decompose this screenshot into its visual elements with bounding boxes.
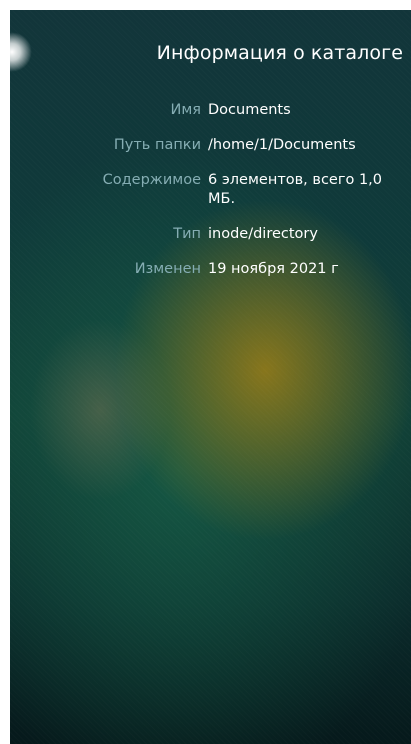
property-value: Documents xyxy=(208,102,291,118)
page-title: Информация о каталоге xyxy=(156,42,403,64)
property-value: 19 ноября 2021 г xyxy=(208,261,339,277)
property-label: Тип xyxy=(173,226,201,242)
property-row-modified: Изменен 19 ноября 2021 г xyxy=(10,260,411,279)
property-row-type: Тип inode/directory xyxy=(10,225,411,244)
property-row-contents: Содержимое 6 элементов, всего 1,0 МБ. xyxy=(10,171,411,209)
property-value: inode/directory xyxy=(208,226,318,242)
directory-info-page: Информация о каталоге Имя Documents Путь… xyxy=(10,10,411,744)
property-value: 6 элементов, всего 1,0 МБ. xyxy=(208,172,382,207)
property-row-name: Имя Documents xyxy=(10,101,411,120)
property-row-path: Путь папки /home/1/Documents xyxy=(10,136,411,155)
property-label: Имя xyxy=(170,102,201,118)
property-label: Содержимое xyxy=(102,172,201,188)
property-value: /home/1/Documents xyxy=(208,137,356,153)
pulley-glow-indicator xyxy=(10,32,32,72)
properties-list: Имя Documents Путь папки /home/1/Documen… xyxy=(10,101,411,295)
property-label: Изменен xyxy=(134,261,201,277)
property-label: Путь папки xyxy=(113,137,201,153)
